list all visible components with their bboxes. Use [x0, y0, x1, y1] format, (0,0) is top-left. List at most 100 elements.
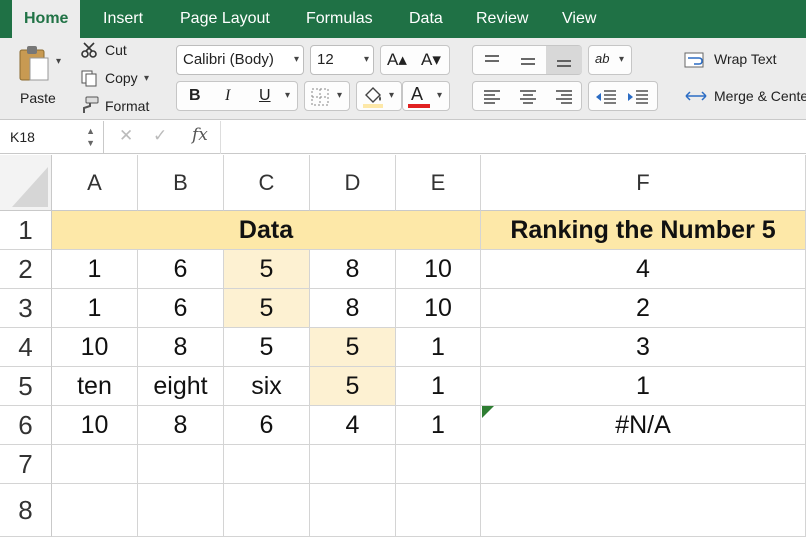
cell-ranking-header[interactable]: Ranking the Number 5: [481, 211, 806, 250]
grow-font-icon[interactable]: A▴: [387, 50, 407, 70]
enter-icon[interactable]: ✓: [153, 126, 167, 146]
orientation-button[interactable]: ab ▾: [588, 45, 632, 75]
column-header-a[interactable]: A: [52, 155, 138, 211]
cell-c4[interactable]: 5: [224, 328, 310, 367]
align-center-icon[interactable]: [519, 89, 537, 105]
cut-button[interactable]: Cut: [105, 42, 127, 58]
borders-button[interactable]: ▾: [304, 81, 350, 111]
merge-center-button[interactable]: Merge & Cente: [714, 88, 806, 104]
cell-b6[interactable]: 8: [138, 406, 224, 445]
cell-b3[interactable]: 6: [138, 289, 224, 328]
cell-b4[interactable]: 8: [138, 328, 224, 367]
format-painter-button[interactable]: Format: [105, 98, 149, 114]
cancel-icon[interactable]: ✕: [119, 126, 133, 146]
font-color-button[interactable]: A ▾: [402, 81, 450, 111]
tab-data[interactable]: Data: [409, 0, 443, 38]
tab-formulas[interactable]: Formulas: [306, 0, 373, 38]
cell-a3[interactable]: 1: [52, 289, 138, 328]
cell-a5[interactable]: ten: [52, 367, 138, 406]
row-header-7[interactable]: 7: [0, 445, 52, 484]
wrap-text-button[interactable]: Wrap Text: [714, 51, 777, 67]
column-header-b[interactable]: B: [138, 155, 224, 211]
decrease-indent-icon[interactable]: [595, 89, 617, 105]
cell-f3[interactable]: 2: [481, 289, 806, 328]
copy-dropdown-icon[interactable]: ▾: [144, 73, 149, 84]
cell-a8[interactable]: [52, 484, 138, 537]
cell-f7[interactable]: [481, 445, 806, 484]
cell-b8[interactable]: [138, 484, 224, 537]
cell-f8[interactable]: [481, 484, 806, 537]
cell-e7[interactable]: [396, 445, 481, 484]
align-left-icon[interactable]: [483, 89, 501, 105]
cell-e8[interactable]: [396, 484, 481, 537]
column-header-c[interactable]: C: [224, 155, 310, 211]
cell-d5[interactable]: 5: [310, 367, 396, 406]
row-header-5[interactable]: 5: [0, 367, 52, 406]
cell-d6[interactable]: 4: [310, 406, 396, 445]
cell-f5[interactable]: 1: [481, 367, 806, 406]
align-top-icon[interactable]: [483, 53, 501, 69]
align-middle-icon[interactable]: [519, 53, 537, 69]
align-bottom-button[interactable]: [546, 46, 582, 74]
underline-dropdown-icon[interactable]: ▾: [285, 90, 290, 101]
row-header-2[interactable]: 2: [0, 250, 52, 289]
cell-c7[interactable]: [224, 445, 310, 484]
column-header-d[interactable]: D: [310, 155, 396, 211]
name-box-spinner-icon[interactable]: ▲ ▼: [86, 121, 95, 149]
cell-a2[interactable]: 1: [52, 250, 138, 289]
cell-f4[interactable]: 3: [481, 328, 806, 367]
row-header-1[interactable]: 1: [0, 211, 52, 250]
cell-a7[interactable]: [52, 445, 138, 484]
cell-d2[interactable]: 8: [310, 250, 396, 289]
cell-d4[interactable]: 5: [310, 328, 396, 367]
shrink-font-icon[interactable]: A▾: [421, 50, 441, 70]
italic-button[interactable]: I: [225, 87, 230, 105]
increase-indent-icon[interactable]: [627, 89, 649, 105]
cell-b5[interactable]: eight: [138, 367, 224, 406]
underline-button[interactable]: U: [259, 87, 271, 105]
paste-dropdown-icon[interactable]: ▾: [56, 56, 61, 67]
font-size-select[interactable]: 12 ▾: [310, 45, 374, 75]
error-indicator-icon[interactable]: [482, 406, 494, 418]
tab-page-layout[interactable]: Page Layout: [180, 0, 270, 38]
row-header-3[interactable]: 3: [0, 289, 52, 328]
formula-input[interactable]: [220, 121, 806, 154]
cell-d7[interactable]: [310, 445, 396, 484]
cell-e6[interactable]: 1: [396, 406, 481, 445]
cell-e4[interactable]: 1: [396, 328, 481, 367]
bold-button[interactable]: B: [189, 87, 201, 105]
fill-color-button[interactable]: ▾: [356, 81, 402, 111]
copy-button[interactable]: Copy: [105, 70, 138, 86]
cell-f2[interactable]: 4: [481, 250, 806, 289]
tab-view[interactable]: View: [562, 0, 596, 38]
cell-a6[interactable]: 10: [52, 406, 138, 445]
column-header-e[interactable]: E: [396, 155, 481, 211]
row-header-4[interactable]: 4: [0, 328, 52, 367]
align-right-icon[interactable]: [555, 89, 573, 105]
insert-function-button[interactable]: fx: [192, 125, 208, 145]
select-all-corner[interactable]: [0, 155, 52, 211]
cell-data-header[interactable]: Data: [52, 211, 481, 250]
cell-c2[interactable]: 5: [224, 250, 310, 289]
column-header-f[interactable]: F: [481, 155, 806, 211]
paste-button[interactable]: Paste: [8, 42, 64, 110]
font-family-select[interactable]: Calibri (Body) ▾: [176, 45, 304, 75]
tab-insert[interactable]: Insert: [103, 0, 143, 38]
row-header-6[interactable]: 6: [0, 406, 52, 445]
cell-d8[interactable]: [310, 484, 396, 537]
cell-d3[interactable]: 8: [310, 289, 396, 328]
cell-e3[interactable]: 10: [396, 289, 481, 328]
cell-c5[interactable]: six: [224, 367, 310, 406]
cell-b7[interactable]: [138, 445, 224, 484]
cell-e5[interactable]: 1: [396, 367, 481, 406]
cell-f6[interactable]: #N/A: [481, 406, 806, 445]
tab-home[interactable]: Home: [12, 0, 81, 38]
tab-review[interactable]: Review: [476, 0, 528, 38]
cell-b2[interactable]: 6: [138, 250, 224, 289]
cell-c3[interactable]: 5: [224, 289, 310, 328]
cell-c8[interactable]: [224, 484, 310, 537]
cell-c6[interactable]: 6: [224, 406, 310, 445]
cell-a4[interactable]: 10: [52, 328, 138, 367]
name-box[interactable]: K18 ▲ ▼: [0, 121, 104, 154]
row-header-8[interactable]: 8: [0, 484, 52, 537]
